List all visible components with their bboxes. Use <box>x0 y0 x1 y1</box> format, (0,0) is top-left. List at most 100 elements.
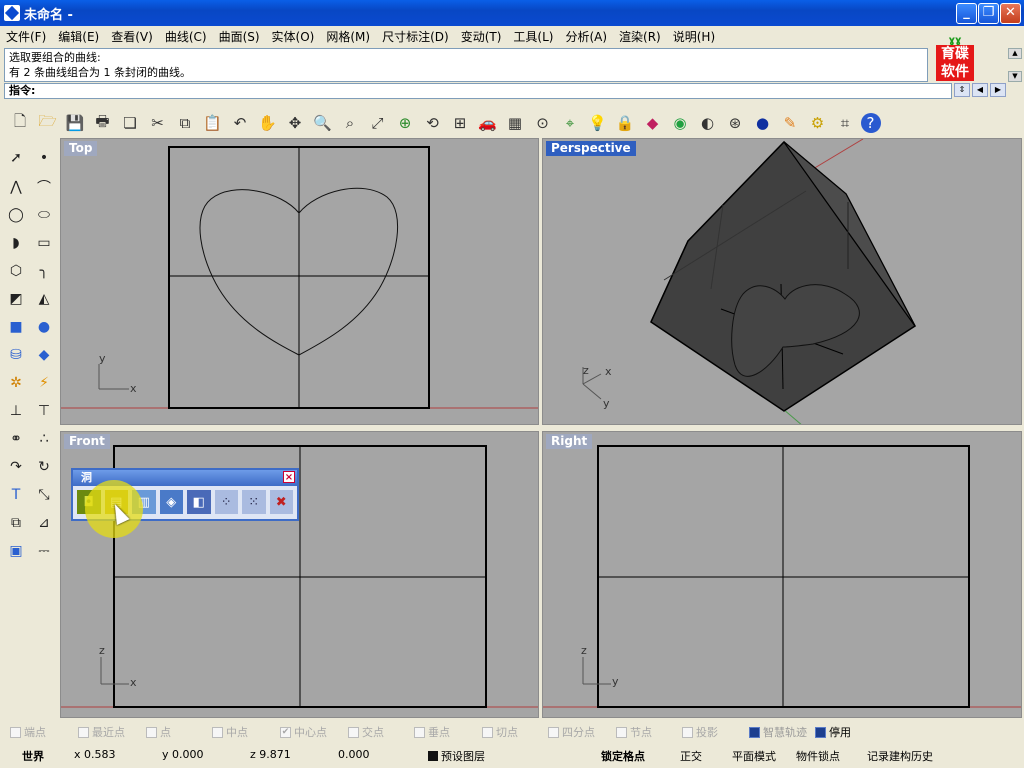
snap-icon[interactable]: ⊙ <box>531 111 555 135</box>
help-icon[interactable]: ? <box>860 113 881 133</box>
dimension-icon[interactable]: ⊿ <box>31 510 57 536</box>
rotate-view-icon[interactable]: ✥ <box>283 111 307 135</box>
history-toggle[interactable]: 记录建构历史 <box>867 748 933 764</box>
osnap-center[interactable]: ✔ 中心点 <box>280 724 327 740</box>
osnap-icon[interactable]: ⌖ <box>558 111 582 135</box>
checkbox-icon[interactable] <box>749 726 760 738</box>
close-button[interactable]: ✕ <box>1000 3 1021 24</box>
osnap-quad[interactable]: 四分点 <box>548 724 595 740</box>
box-icon[interactable]: ■ <box>3 314 29 340</box>
circle-icon[interactable]: ◯ <box>3 202 29 228</box>
close-icon[interactable]: × <box>283 471 295 483</box>
menu-help[interactable]: 说明(H) <box>667 28 721 45</box>
array-hole-icon[interactable]: ⁘ <box>214 490 238 514</box>
text-icon[interactable]: T <box>3 482 29 508</box>
planar-toggle[interactable]: 平面模式 <box>732 748 776 764</box>
solid-tools-icon[interactable]: ▣ <box>3 538 29 564</box>
array-hole-polar-icon[interactable]: ⁙ <box>242 490 266 514</box>
cut-icon[interactable]: ✂ <box>146 111 170 135</box>
command-prompt[interactable]: 指令: <box>4 83 952 99</box>
osnap-near[interactable]: 最近点 <box>78 724 125 740</box>
paste-icon[interactable]: 📋 <box>201 111 225 135</box>
viewport-label-top[interactable]: Top <box>64 141 98 156</box>
menu-file[interactable]: 文件(F) <box>0 28 52 45</box>
ellipse-icon[interactable]: ⬭ <box>31 202 57 228</box>
viewport-label-right[interactable]: Right <box>546 434 593 449</box>
zoom-window-icon[interactable]: ⌕ <box>338 111 362 135</box>
menu-render[interactable]: 渲染(R) <box>613 28 667 45</box>
osnap-tangent[interactable]: 切点 <box>482 724 518 740</box>
rectangle-icon[interactable]: ▭ <box>31 230 57 256</box>
checkmark-icon[interactable]: ✔ <box>280 726 291 738</box>
import-icon[interactable]: ❏ <box>118 111 142 135</box>
osnap-end[interactable]: 端点 <box>10 724 46 740</box>
save-icon[interactable]: 💾 <box>63 111 87 135</box>
four-viewports-icon[interactable]: ⊞ <box>448 111 472 135</box>
zoom-extents-icon[interactable]: ⤢ <box>366 111 390 135</box>
osnap-knot[interactable]: 节点 <box>616 724 652 740</box>
ortho-toggle[interactable]: 正交 <box>680 748 702 764</box>
rhino-app-icon[interactable] <box>4 5 20 21</box>
checkbox-icon[interactable] <box>146 726 157 738</box>
checkbox-icon[interactable] <box>482 726 493 738</box>
arc-icon[interactable]: ◗ <box>3 230 29 256</box>
grid-icon[interactable]: ▦ <box>503 111 527 135</box>
boolean-union-icon[interactable]: ⚭ <box>3 426 29 452</box>
checkbox-icon[interactable] <box>815 726 826 738</box>
explode-icon[interactable]: ✲ <box>3 370 29 396</box>
select-arrow-icon[interactable]: ➚ <box>3 145 29 171</box>
menu-analyze[interactable]: 分析(A) <box>559 28 613 45</box>
menu-solid[interactable]: 实体(O) <box>266 28 321 45</box>
menu-dimension[interactable]: 尺寸标注(D) <box>376 28 455 45</box>
color-icon[interactable]: ◉ <box>668 111 692 135</box>
polygon-icon[interactable]: ⬡ <box>3 258 29 284</box>
checkbox-icon[interactable] <box>414 726 425 738</box>
car-icon[interactable]: 🚗 <box>476 111 500 135</box>
checkbox-icon[interactable] <box>548 726 559 738</box>
viewport-label-front[interactable]: Front <box>64 434 110 449</box>
curve-icon[interactable]: ⌒ <box>31 174 57 200</box>
ruler-icon[interactable]: ⎓ <box>31 538 57 564</box>
sphere-icon[interactable]: ● <box>31 314 57 340</box>
move-hole-icon[interactable]: ◧ <box>187 490 211 514</box>
chevron-left-icon[interactable]: ◀ <box>972 83 988 97</box>
osnap-perpendicular[interactable]: 垂点 <box>414 724 450 740</box>
osnap-project[interactable]: 投影 <box>682 724 718 740</box>
boolean-split-icon[interactable]: ⚡ <box>31 370 57 396</box>
grid-snap-toggle[interactable]: 锁定格点 <box>601 748 645 764</box>
lock-icon[interactable]: 🔒 <box>613 111 637 135</box>
trim-icon[interactable]: ⊥ <box>3 398 29 424</box>
layer-icon[interactable]: ◆ <box>641 111 665 135</box>
cylinder-icon[interactable]: ⛁ <box>3 342 29 368</box>
menu-curve[interactable]: 曲线(C) <box>159 28 213 45</box>
checkbox-icon[interactable] <box>348 726 359 738</box>
wireframe-sphere-icon[interactable]: ⊛ <box>723 111 747 135</box>
scroll-down-icon[interactable]: ▼ <box>1008 71 1022 82</box>
viewport-top[interactable]: Top x y <box>60 138 539 425</box>
viewport-right[interactable]: Right y z <box>542 431 1022 718</box>
cplane-status[interactable]: 世界 <box>22 748 44 764</box>
fillet-curve-icon[interactable]: ╮ <box>31 258 57 284</box>
layer-status[interactable]: 预设图层 <box>428 748 485 764</box>
checkbox-icon[interactable] <box>10 726 21 738</box>
polyline-icon[interactable]: ⋀ <box>3 174 29 200</box>
osnap-intersection[interactable]: 交点 <box>348 724 384 740</box>
menu-view[interactable]: 查看(V) <box>105 28 159 45</box>
osnap-mid[interactable]: 中点 <box>212 724 248 740</box>
checkbox-icon[interactable] <box>78 726 89 738</box>
menu-transform[interactable]: 变动(T) <box>455 28 508 45</box>
options-icon[interactable]: ⚙ <box>806 111 830 135</box>
command-history-scrollbar[interactable]: ▲ ▼ <box>1008 48 1022 82</box>
scale-icon[interactable]: ⤡ <box>31 482 57 508</box>
osnap-point[interactable]: 点 <box>146 724 171 740</box>
delete-hole-icon[interactable]: ✖ <box>269 490 293 514</box>
pan-icon[interactable]: ✋ <box>256 111 280 135</box>
point-icon[interactable]: • <box>31 145 57 171</box>
mirror-icon[interactable]: ↻ <box>31 454 57 480</box>
shade-icon[interactable]: ◐ <box>696 111 720 135</box>
checkbox-icon[interactable] <box>616 726 627 738</box>
osnap-toggle[interactable]: 物件锁点 <box>796 748 840 764</box>
group-icon[interactable]: ⧉ <box>3 510 29 536</box>
menu-tools[interactable]: 工具(L) <box>507 28 559 45</box>
osnap-smarttrack[interactable]: 智慧轨迹 <box>749 724 807 740</box>
